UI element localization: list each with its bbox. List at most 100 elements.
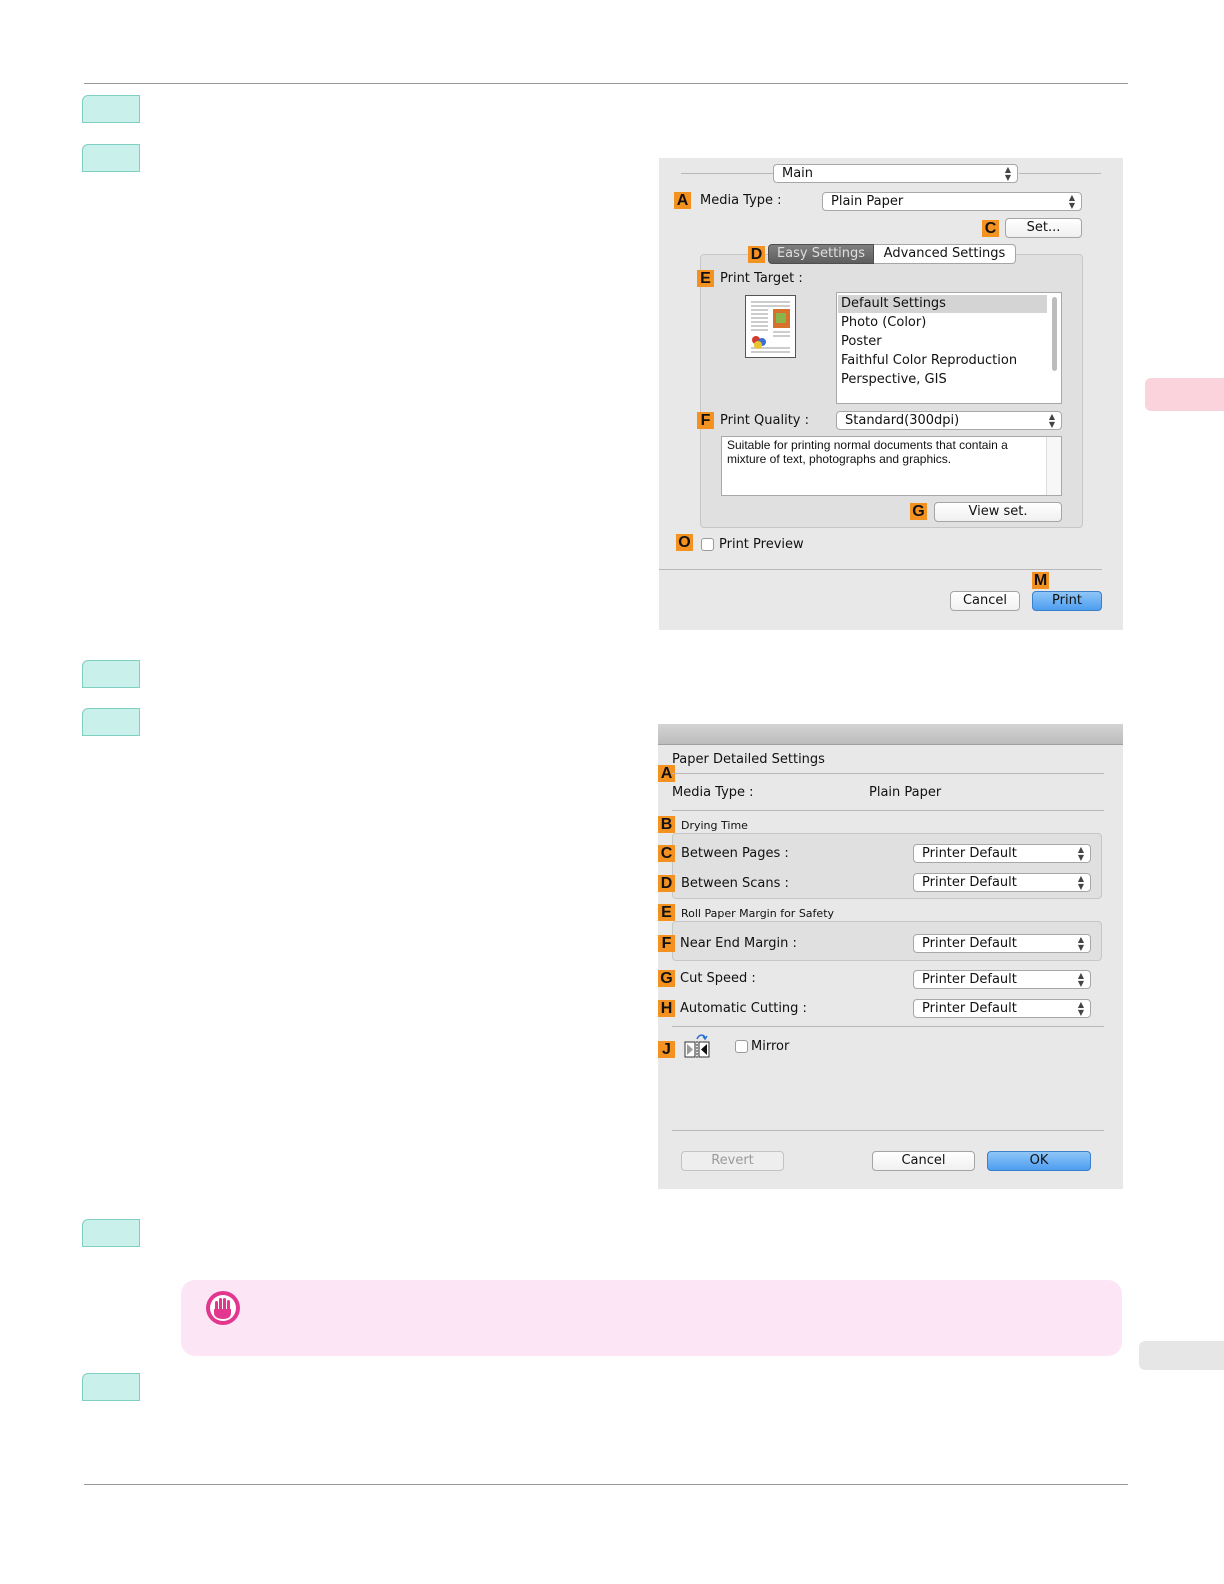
marker-g: G bbox=[658, 970, 675, 987]
print-quality-select[interactable]: Standard(300dpi) ▲ ▼ bbox=[836, 411, 1062, 430]
list-item[interactable]: Default Settings bbox=[841, 294, 946, 313]
print-button[interactable]: Print bbox=[1032, 591, 1102, 611]
print-dialog-main: Main ▲ ▼ A Media Type : Plain Paper ▲ ▼ C … bbox=[659, 158, 1123, 630]
stepper-icon: ▲ ▼ bbox=[1077, 874, 1085, 891]
index-tab bbox=[1139, 1341, 1224, 1370]
header-rule-right bbox=[1019, 173, 1101, 174]
marker-d: D bbox=[658, 875, 675, 892]
marker-h: H bbox=[658, 1000, 675, 1017]
step-marker bbox=[82, 1219, 140, 1247]
footer-rule bbox=[672, 1130, 1104, 1131]
cut-speed-select[interactable]: Printer Default ▲ ▼ bbox=[913, 970, 1091, 989]
marker-c: C bbox=[658, 845, 675, 862]
panel-select[interactable]: Main ▲ ▼ bbox=[773, 164, 1018, 183]
description-scroll-track bbox=[1046, 437, 1061, 495]
automatic-cutting-value: Printer Default bbox=[922, 1001, 1017, 1016]
stepper-icon: ▲ ▼ bbox=[1077, 1000, 1085, 1017]
tab-advanced-settings[interactable]: Advanced Settings bbox=[874, 244, 1016, 264]
between-scans-value: Printer Default bbox=[922, 875, 1017, 890]
header-rule-left bbox=[681, 173, 773, 174]
list-item[interactable]: Faithful Color Reproduction bbox=[841, 351, 1017, 370]
stepper-icon: ▲ ▼ bbox=[1077, 935, 1085, 952]
title-rule bbox=[672, 773, 1104, 774]
marker-b: B bbox=[658, 816, 675, 833]
stepper-icon: ▲ ▼ bbox=[1077, 971, 1085, 988]
important-hand-icon bbox=[205, 1290, 241, 1326]
description-box: Suitable for printing normal documents t… bbox=[721, 436, 1062, 496]
bottom-rule bbox=[84, 1484, 1128, 1485]
dialog-title: Paper Detailed Settings bbox=[672, 752, 825, 767]
mirror-label: Mirror bbox=[751, 1039, 790, 1054]
cut-speed-value: Printer Default bbox=[922, 972, 1017, 987]
print-target-list[interactable]: Default Settings Photo (Color) Poster Fa… bbox=[836, 292, 1062, 404]
dialog-titlebar bbox=[658, 724, 1123, 745]
between-scans-label: Between Scans : bbox=[681, 876, 789, 891]
tab-advanced-settings-label: Advanced Settings bbox=[883, 246, 1006, 261]
list-item[interactable]: Photo (Color) bbox=[841, 313, 926, 332]
document-preview-icon bbox=[745, 295, 796, 358]
automatic-cutting-select[interactable]: Printer Default ▲ ▼ bbox=[913, 999, 1091, 1018]
media-type-label: Media Type : bbox=[700, 193, 782, 208]
view-set-button[interactable]: View set. bbox=[934, 502, 1062, 522]
between-pages-value: Printer Default bbox=[922, 846, 1017, 861]
media-type-value: Plain Paper bbox=[831, 194, 904, 209]
marker-a: A bbox=[674, 192, 691, 209]
drying-time-heading: Drying Time bbox=[681, 819, 748, 832]
important-note-box bbox=[181, 1280, 1122, 1356]
stepper-icon: ▲ ▼ bbox=[1048, 412, 1056, 429]
marker-d: D bbox=[748, 246, 765, 263]
between-pages-select[interactable]: Printer Default ▲ ▼ bbox=[913, 844, 1091, 863]
roll-margin-heading: Roll Paper Margin for Safety bbox=[681, 907, 835, 920]
automatic-cutting-label: Automatic Cutting : bbox=[680, 1001, 807, 1016]
media-type-select[interactable]: Plain Paper ▲ ▼ bbox=[822, 192, 1082, 211]
revert-button[interactable]: Revert bbox=[681, 1151, 784, 1171]
stepper-icon: ▲ ▼ bbox=[1068, 193, 1076, 210]
step-marker bbox=[82, 144, 140, 172]
scrollbar[interactable] bbox=[1052, 297, 1057, 371]
mirror-icon bbox=[684, 1033, 710, 1059]
marker-f: F bbox=[697, 412, 714, 429]
paper-detailed-settings-dialog: Paper Detailed Settings A Media Type : P… bbox=[658, 724, 1123, 1189]
near-end-margin-select[interactable]: Printer Default ▲ ▼ bbox=[913, 934, 1091, 953]
ok-button[interactable]: OK bbox=[987, 1151, 1091, 1171]
print-preview-label: Print Preview bbox=[719, 537, 804, 552]
print-quality-value: Standard(300dpi) bbox=[845, 413, 960, 428]
set-button[interactable]: Set... bbox=[1005, 218, 1082, 238]
marker-f: F bbox=[658, 935, 675, 952]
near-end-margin-value: Printer Default bbox=[922, 936, 1017, 951]
chapter-tab bbox=[1145, 378, 1224, 411]
list-item[interactable]: Poster bbox=[841, 332, 882, 351]
footer-rule bbox=[659, 569, 1102, 570]
top-rule bbox=[84, 83, 1128, 84]
panel-select-value: Main bbox=[782, 166, 814, 181]
print-preview-checkbox[interactable] bbox=[701, 538, 714, 551]
tab-easy-settings[interactable]: Easy Settings bbox=[768, 244, 874, 264]
marker-g: G bbox=[910, 503, 927, 520]
tab-easy-settings-label: Easy Settings bbox=[776, 246, 866, 261]
between-scans-select[interactable]: Printer Default ▲ ▼ bbox=[913, 873, 1091, 892]
near-end-margin-label: Near End Margin : bbox=[680, 936, 797, 951]
list-item[interactable]: Perspective, GIS bbox=[841, 370, 947, 389]
cancel-button[interactable]: Cancel bbox=[872, 1151, 975, 1171]
mirror-rule bbox=[672, 1026, 1104, 1027]
cut-speed-label: Cut Speed : bbox=[680, 971, 756, 986]
marker-m: M bbox=[1032, 572, 1049, 589]
marker-o: O bbox=[676, 534, 693, 551]
step-marker bbox=[82, 1373, 140, 1401]
mirror-checkbox[interactable] bbox=[735, 1040, 748, 1053]
media-type-label: Media Type : bbox=[672, 785, 754, 800]
between-pages-label: Between Pages : bbox=[681, 846, 789, 861]
description-text: Suitable for printing normal documents t… bbox=[727, 438, 1008, 466]
cancel-button[interactable]: Cancel bbox=[950, 591, 1020, 611]
media-type-rule bbox=[672, 810, 1104, 811]
step-marker bbox=[82, 708, 140, 736]
stepper-icon: ▲ ▼ bbox=[1004, 165, 1012, 182]
step-marker bbox=[82, 95, 140, 123]
media-type-value: Plain Paper bbox=[869, 785, 942, 800]
marker-c: C bbox=[982, 220, 999, 237]
print-target-label: Print Target : bbox=[720, 271, 803, 286]
step-marker bbox=[82, 660, 140, 688]
marker-e: E bbox=[697, 270, 714, 287]
print-quality-label: Print Quality : bbox=[720, 413, 810, 428]
marker-e: E bbox=[658, 904, 675, 921]
